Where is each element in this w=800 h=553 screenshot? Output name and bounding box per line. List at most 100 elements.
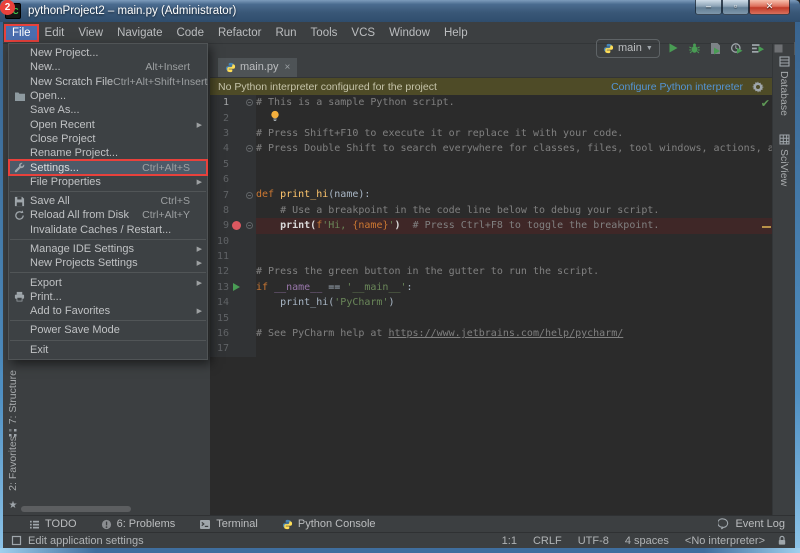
gutter[interactable]: 10 xyxy=(210,234,256,249)
code-line-9[interactable]: 9 print(f'Hi, {name}') # Press Ctrl+F8 t… xyxy=(210,218,772,233)
maximize-button[interactable]: ▫ xyxy=(722,0,749,15)
menu-item-new-project[interactable]: New Project... xyxy=(9,46,207,60)
stop-button[interactable] xyxy=(770,40,787,56)
code-text[interactable]: # This is a sample Python script. xyxy=(256,95,772,110)
menubar-item-run[interactable]: Run xyxy=(268,25,303,41)
menu-item-open-recent[interactable]: Open Recent▶ xyxy=(9,117,207,131)
configure-interpreter-link[interactable]: Configure Python interpreter xyxy=(611,81,743,93)
project-panel-scrollbar[interactable] xyxy=(21,506,131,512)
code-line-14[interactable]: 14 print_hi('PyCharm') xyxy=(210,295,772,310)
run-configuration-select[interactable]: main ▼ xyxy=(596,39,660,58)
status-widget-caret-position[interactable]: 1:1 xyxy=(502,535,517,547)
minimize-button[interactable]: – xyxy=(695,0,722,15)
tool-stripe-database[interactable]: Database xyxy=(778,56,790,116)
fold-marker-icon[interactable] xyxy=(246,222,253,229)
code-text[interactable] xyxy=(256,310,772,325)
code-editor[interactable]: ✔ 1# This is a sample Python script.23# … xyxy=(210,95,772,515)
tool-stripe-sciview[interactable]: SciView xyxy=(778,134,790,186)
menu-item-save-all[interactable]: Save AllCtrl+S xyxy=(9,194,207,208)
breakpoint-icon[interactable] xyxy=(232,221,241,230)
code-line-12[interactable]: 12# Press the green button in the gutter… xyxy=(210,264,772,279)
menu-item-new[interactable]: New...Alt+Insert xyxy=(9,60,207,74)
code-line-7[interactable]: 7def print_hi(name): xyxy=(210,187,772,202)
tool-stripe-structure[interactable]: 7: Structure xyxy=(4,370,22,438)
code-line-2[interactable]: 2 xyxy=(210,110,772,125)
tab-main-py[interactable]: main.py × xyxy=(218,58,297,77)
status-widget-encoding[interactable]: UTF-8 xyxy=(578,535,609,547)
code-text[interactable]: # Use a breakpoint in the code line belo… xyxy=(256,203,772,218)
fold-marker-icon[interactable] xyxy=(246,99,253,106)
gutter[interactable]: 15 xyxy=(210,310,256,325)
code-line-17[interactable]: 17 xyxy=(210,341,772,356)
gutter[interactable]: 8 xyxy=(210,203,256,218)
gear-icon[interactable] xyxy=(752,81,764,93)
status-widget-line-separator[interactable]: CRLF xyxy=(533,535,562,547)
gutter[interactable]: 4 xyxy=(210,141,256,156)
tool-window-button-terminal[interactable]: Terminal xyxy=(199,518,258,530)
menubar-item-window[interactable]: Window xyxy=(382,25,437,41)
code-line-4[interactable]: 4# Press Double Shift to search everywhe… xyxy=(210,141,772,156)
code-line-3[interactable]: 3# Press Shift+F10 to execute it or repl… xyxy=(210,126,772,141)
menu-item-print[interactable]: Print... xyxy=(9,290,207,304)
menu-item-power-save-mode[interactable]: Power Save Mode xyxy=(9,323,207,337)
menu-item-settings[interactable]: Settings...Ctrl+Alt+S xyxy=(9,160,207,174)
code-line-15[interactable]: 15 xyxy=(210,310,772,325)
status-widget-indent[interactable]: 4 spaces xyxy=(625,535,669,547)
menu-item-rename-project[interactable]: Rename Project... xyxy=(9,146,207,160)
menubar-item-file[interactable]: File xyxy=(5,25,38,41)
code-text[interactable]: if __name__ == '__main__': xyxy=(256,280,772,295)
gutter[interactable]: 16 xyxy=(210,326,256,341)
menu-item-new-scratch-file[interactable]: New Scratch FileCtrl+Alt+Shift+Insert xyxy=(9,75,207,89)
gutter[interactable]: 11 xyxy=(210,249,256,264)
gutter[interactable]: 13 xyxy=(210,280,256,295)
code-text[interactable]: # Press Double Shift to search everywher… xyxy=(256,141,772,156)
code-line-11[interactable]: 11 xyxy=(210,249,772,264)
menu-item-new-projects-settings[interactable]: New Projects Settings▶ xyxy=(9,256,207,270)
gutter[interactable]: 3 xyxy=(210,126,256,141)
lock-icon[interactable] xyxy=(777,535,787,546)
event-log-button[interactable]: Event Log xyxy=(718,518,785,530)
menubar-item-refactor[interactable]: Refactor xyxy=(211,25,268,41)
status-widget-interpreter-status[interactable]: <No interpreter> xyxy=(685,535,765,547)
gutter[interactable]: 17 xyxy=(210,341,256,356)
menu-item-exit[interactable]: Exit xyxy=(9,343,207,357)
code-text[interactable] xyxy=(256,157,772,172)
code-text[interactable] xyxy=(256,172,772,187)
gutter[interactable]: 1 xyxy=(210,95,256,110)
menubar-item-edit[interactable]: Edit xyxy=(38,25,72,41)
code-line-13[interactable]: 13if __name__ == '__main__': xyxy=(210,280,772,295)
menu-item-open[interactable]: Open... xyxy=(9,89,207,103)
gutter[interactable]: 2 xyxy=(210,110,256,125)
gutter[interactable]: 6 xyxy=(210,172,256,187)
code-text[interactable]: def print_hi(name): xyxy=(256,187,772,202)
run-line-icon[interactable] xyxy=(233,283,240,291)
menubar-item-help[interactable]: Help xyxy=(437,25,475,41)
close-button[interactable]: ✕ xyxy=(749,0,790,15)
concurrency-button[interactable] xyxy=(749,40,766,56)
window-icon[interactable] xyxy=(11,535,22,546)
menu-item-manage-ide-settings[interactable]: Manage IDE Settings▶ xyxy=(9,242,207,256)
gutter[interactable]: 7 xyxy=(210,187,256,202)
code-line-1[interactable]: 1# This is a sample Python script. xyxy=(210,95,772,110)
gutter[interactable]: 5 xyxy=(210,157,256,172)
gutter[interactable]: 12 xyxy=(210,264,256,279)
menu-item-add-to-favorites[interactable]: Add to Favorites▶ xyxy=(9,304,207,318)
lightbulb-icon[interactable] xyxy=(270,110,280,123)
tool-window-button-python-console[interactable]: Python Console xyxy=(282,518,376,530)
menu-item-file-properties[interactable]: File Properties▶ xyxy=(9,175,207,189)
menu-item-export[interactable]: Export▶ xyxy=(9,275,207,289)
code-text[interactable] xyxy=(256,341,772,356)
code-text[interactable]: # Press Shift+F10 to execute it or repla… xyxy=(256,126,772,141)
code-text[interactable] xyxy=(256,234,772,249)
menu-item-save-as[interactable]: Save As... xyxy=(9,103,207,117)
fold-marker-icon[interactable] xyxy=(246,145,253,152)
code-line-5[interactable]: 5 xyxy=(210,157,772,172)
menubar-item-tools[interactable]: Tools xyxy=(304,25,345,41)
menu-item-invalidate-caches-restart[interactable]: Invalidate Caches / Restart... xyxy=(9,223,207,237)
code-line-10[interactable]: 10 xyxy=(210,234,772,249)
code-text[interactable]: # Press the green button in the gutter t… xyxy=(256,264,772,279)
coverage-button[interactable] xyxy=(707,40,724,56)
menubar-item-vcs[interactable]: VCS xyxy=(344,25,382,41)
code-text[interactable]: print_hi('PyCharm') xyxy=(256,295,772,310)
code-line-16[interactable]: 16# See PyCharm help at https://www.jetb… xyxy=(210,326,772,341)
